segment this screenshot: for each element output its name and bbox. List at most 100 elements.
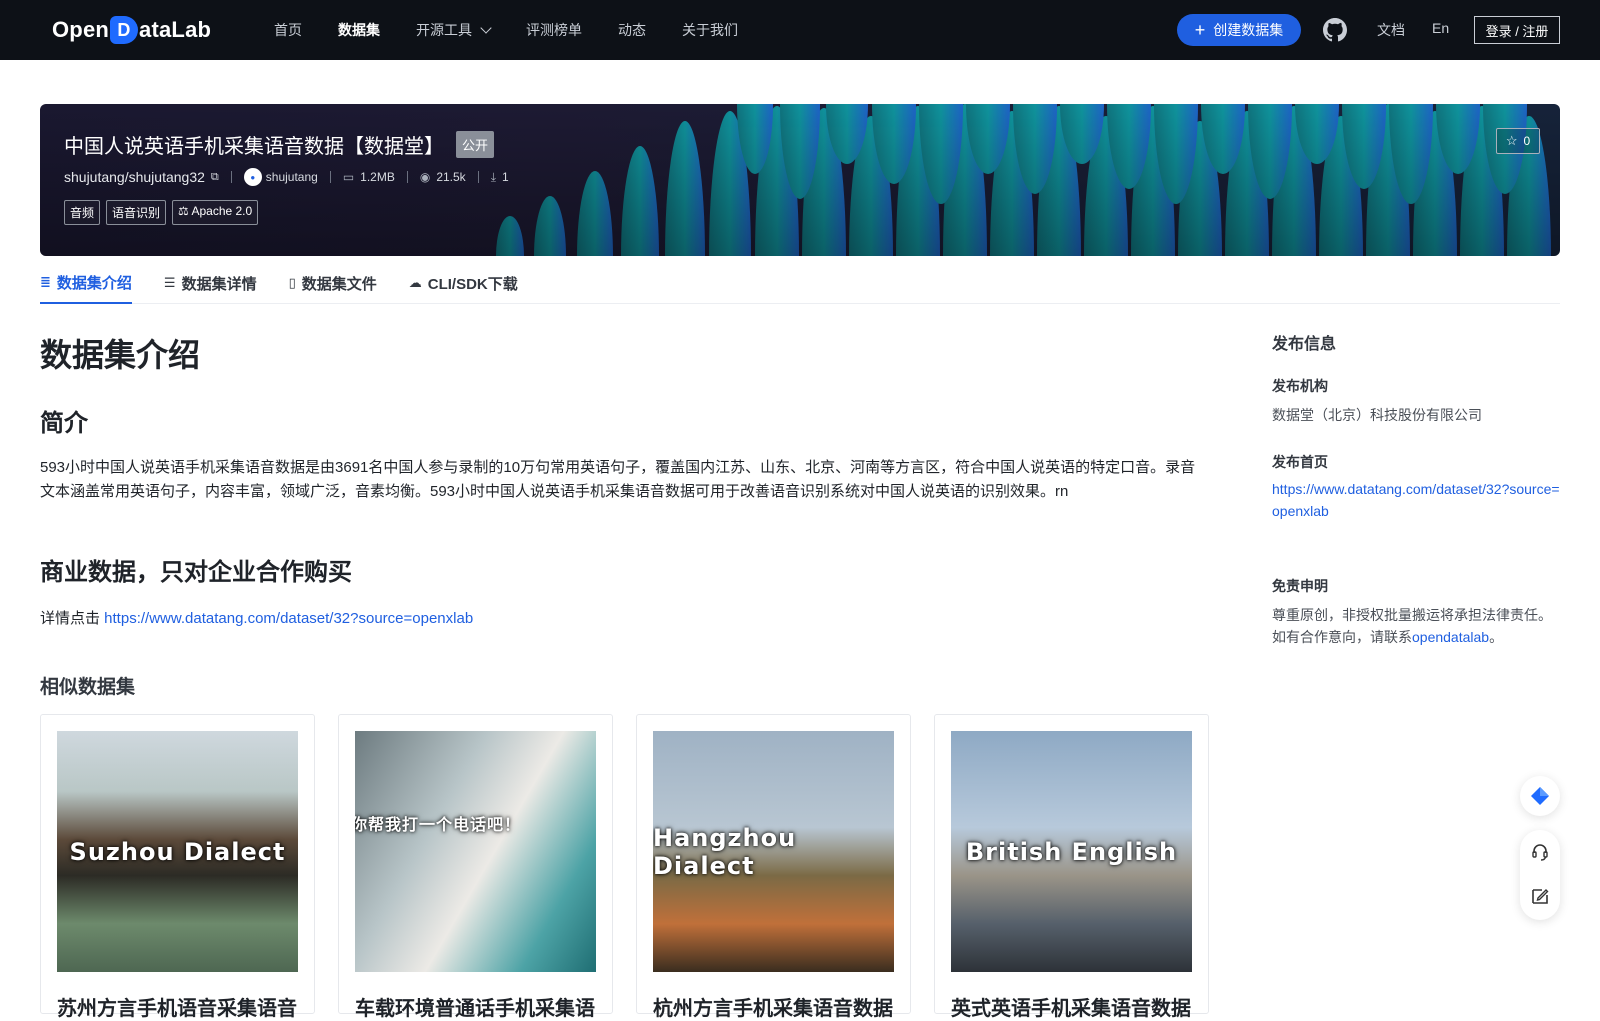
dataset-size-value: 1.2MB xyxy=(360,170,395,184)
disclaimer-prefix: 如有合作意向，请联系 xyxy=(1272,629,1412,645)
headset-icon[interactable] xyxy=(1530,842,1550,862)
sidebar-heading: 发布信息 xyxy=(1272,336,1337,353)
card-title: 英式英语手机采集语音数据 xyxy=(951,998,1191,1020)
view-count-value: 21.5k xyxy=(436,170,466,184)
page-title: 数据集介绍 xyxy=(40,337,201,373)
detail-link[interactable]: https://www.datatang.com/dataset/32?sour… xyxy=(104,610,473,627)
docs-link[interactable]: 文档 xyxy=(1377,20,1405,40)
org-label: 发布机构 xyxy=(1272,378,1328,394)
org-value: 数据堂（北京）科技股份有限公司 xyxy=(1272,407,1482,423)
similar-dataset-card[interactable]: 你帮我打一个电话吧！ 车载环境普通话手机采集语 xyxy=(338,714,613,1020)
create-dataset-label: 创建数据集 xyxy=(1213,22,1284,38)
github-icon[interactable] xyxy=(1323,18,1347,42)
tab-details[interactable]: ☰ 数据集详情 xyxy=(164,262,257,304)
similar-dataset-card[interactable]: Suzhou Dialect 苏州方言手机语音采集语音 xyxy=(40,714,315,1020)
disclaimer-suffix: 。 xyxy=(1489,629,1504,645)
nav-menu: 首页 数据集 开源工具 评测榜单 动态 关于我们 xyxy=(274,0,774,60)
publish-info-sidebar: 发布信息 发布机构 数据堂（北京）科技股份有限公司 发布首页 https://w… xyxy=(1272,330,1562,648)
tab-label: CLI/SDK下载 xyxy=(427,275,518,293)
homepage-label: 发布首页 xyxy=(1272,454,1328,470)
logo[interactable]: Open DataLab xyxy=(52,14,211,46)
language-switch[interactable]: En xyxy=(1432,20,1449,36)
card-title: 车载环境普通话手机采集语 xyxy=(355,998,595,1020)
meta-divider xyxy=(329,171,331,183)
download-count: ⤓ 1 xyxy=(491,170,509,185)
copy-icon[interactable]: ⧉ xyxy=(211,171,219,184)
nav-item-about[interactable]: 关于我们 xyxy=(682,20,738,40)
nav-item-leaderboard[interactable]: 评测榜单 xyxy=(526,20,582,40)
list-icon: ☰ xyxy=(163,275,176,290)
star-count: 0 xyxy=(1523,134,1531,148)
logo-d-mark: D xyxy=(110,16,139,44)
diamond-logo-icon xyxy=(1531,787,1549,805)
intro-text: 593小时中国人说英语手机采集语音数据是由3691名中国人参与录制的10万句常用… xyxy=(40,459,1196,500)
tab-label: 数据集文件 xyxy=(301,275,377,293)
repo-path: shujutang/shujutang32 xyxy=(64,169,205,185)
tag-audio[interactable]: 音频 xyxy=(64,200,101,225)
publisher-name: shujutang xyxy=(265,170,318,184)
detail-line: 详情点击 https://www.datatang.com/dataset/32… xyxy=(40,607,473,628)
dataset-hero-banner: 中国人说英语手机采集语音数据【数据堂】 公开 ☆ 0 shujutang/shu… xyxy=(40,104,1560,256)
dataset-thumbnail: British English xyxy=(951,731,1192,972)
license-tag[interactable]: ⚖ Apache 2.0 xyxy=(172,200,259,225)
eye-icon: ◉ xyxy=(419,170,431,184)
nav-item-open-source-tools[interactable]: 开源工具 xyxy=(416,20,492,40)
disclaimer-line: 尊重原创，非授权批量搬运将承担法律责任。 xyxy=(1272,607,1552,623)
disclaimer-text: 尊重原创，非授权批量搬运将承担法律责任。 如有合作意向，请联系opendatal… xyxy=(1272,604,1562,648)
tab-files[interactable]: ▯ 数据集文件 xyxy=(289,262,377,304)
float-assistant-button[interactable] xyxy=(1520,776,1560,816)
contact-link[interactable]: opendatalab xyxy=(1412,629,1489,645)
nav-item-label: 关于我们 xyxy=(682,22,738,38)
detail-prefix: 详情点击 xyxy=(40,610,105,627)
tab-introduction[interactable]: ≣ 数据集介绍 xyxy=(40,262,132,304)
similar-dataset-card[interactable]: Hangzhou Dialect 杭州方言手机采集语音数据 xyxy=(636,714,911,1020)
meta-divider xyxy=(406,171,408,183)
card-title: 杭州方言手机采集语音数据 xyxy=(653,998,893,1020)
dataset-thumbnail: Hangzhou Dialect xyxy=(653,731,894,972)
dataset-meta: shujutang/shujutang32 ⧉ ● shujutang ▭ 1.… xyxy=(64,168,509,186)
meta-divider xyxy=(477,171,479,183)
star-button[interactable]: ☆ 0 xyxy=(1496,128,1540,154)
nav-item-label: 评测榜单 xyxy=(526,22,582,38)
view-count: ◉ 21.5k xyxy=(420,170,466,184)
tag-speech-recognition[interactable]: 语音识别 xyxy=(106,200,167,225)
thumbnail-caption: Hangzhou Dialect xyxy=(653,823,797,880)
license-label: Apache 2.0 xyxy=(191,204,253,218)
thumbnail-caption: British English xyxy=(965,837,1178,866)
tab-label: 数据集详情 xyxy=(181,275,257,293)
storage-icon: ▭ xyxy=(342,170,355,184)
scale-icon: ⚖ xyxy=(178,204,189,218)
nav-item-datasets[interactable]: 数据集 xyxy=(338,20,380,40)
intro-heading: 简介 xyxy=(40,410,88,437)
nav-item-label: 动态 xyxy=(618,22,646,38)
download-icon: ⤓ xyxy=(490,169,496,184)
thumbnail-caption: 你帮我打一个电话吧！ xyxy=(355,815,522,834)
meta-divider xyxy=(230,171,232,183)
float-toolbar xyxy=(1520,830,1560,920)
feedback-edit-icon[interactable] xyxy=(1530,886,1550,906)
logo-text-atalab: ataLab xyxy=(139,17,212,42)
login-register-button[interactable]: 登录 / 注册 xyxy=(1474,16,1560,44)
publisher[interactable]: ● shujutang xyxy=(243,168,318,186)
card-title: 苏州方言手机语音采集语音 xyxy=(57,998,297,1020)
database-icon: ≣ xyxy=(40,274,51,289)
create-dataset-button[interactable]: + 创建数据集 xyxy=(1177,14,1301,46)
star-icon: ☆ xyxy=(1505,133,1518,148)
tab-label: 数据集介绍 xyxy=(56,274,132,292)
tab-cli-sdk[interactable]: ☁ CLI/SDK下载 xyxy=(409,262,518,304)
nav-item-home[interactable]: 首页 xyxy=(274,20,302,40)
nav-item-label: 数据集 xyxy=(338,22,380,38)
similar-datasets-list: Suzhou Dialect 苏州方言手机语音采集语音 你帮我打一个电话吧！ 车… xyxy=(40,714,1232,1020)
homepage-link[interactable]: https://www.datatang.com/dataset/32?sour… xyxy=(1272,478,1562,522)
disclaimer-label: 免责申明 xyxy=(1272,578,1328,594)
dataset-thumbnail: 你帮我打一个电话吧！ xyxy=(355,731,596,972)
dataset-title: 中国人说英语手机采集语音数据【数据堂】 xyxy=(64,136,444,158)
file-icon: ▯ xyxy=(288,275,296,290)
logo-text-open: Open xyxy=(52,17,110,42)
similar-datasets-heading: 相似数据集 xyxy=(40,677,136,698)
nav-item-label: 开源工具 xyxy=(416,22,472,38)
similar-dataset-card[interactable]: British English 英式英语手机采集语音数据 xyxy=(934,714,1209,1020)
dataset-tabs: ≣ 数据集介绍 ☰ 数据集详情 ▯ 数据集文件 ☁ CLI/SDK下载 xyxy=(40,262,1560,304)
dataset-size: ▭ 1.2MB xyxy=(343,170,395,184)
nav-item-news[interactable]: 动态 xyxy=(618,20,646,40)
